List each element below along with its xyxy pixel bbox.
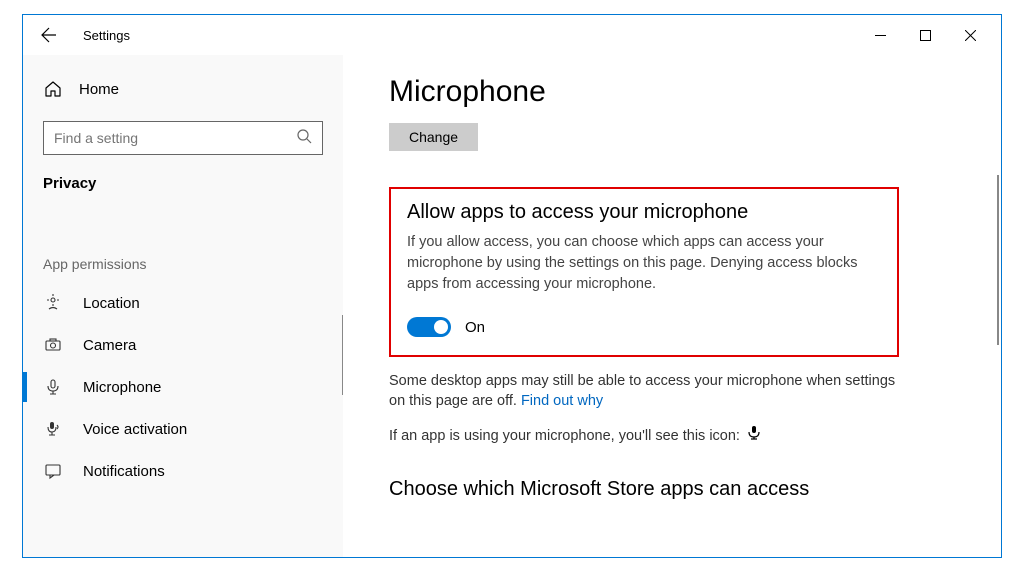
sidebar-item-microphone[interactable]: Microphone (43, 366, 323, 408)
sidebar-item-label: Microphone (83, 379, 161, 396)
maximize-icon (920, 30, 931, 41)
arrow-left-icon (41, 27, 57, 43)
settings-window: Settings Home (22, 14, 1002, 558)
find-out-why-link[interactable]: Find out why (521, 393, 603, 409)
main-content: Microphone Change Allow apps to access y… (343, 55, 1001, 557)
toggle-state-label: On (465, 319, 485, 336)
choose-apps-heading: Choose which Microsoft Store apps can ac… (389, 478, 909, 501)
microphone-in-use-icon (748, 426, 760, 446)
location-icon (43, 294, 63, 312)
window-controls (858, 20, 993, 50)
sidebar-home[interactable]: Home (43, 69, 323, 109)
sidebar-item-location[interactable]: Location (43, 282, 323, 324)
main-scroll-indicator[interactable] (997, 175, 999, 345)
desktop-apps-note: Some desktop apps may still be able to a… (389, 371, 909, 412)
back-button[interactable] (31, 17, 67, 53)
body-area: Home Privacy App permissions Location (23, 55, 1001, 557)
notifications-icon (43, 462, 63, 480)
allow-apps-heading: Allow apps to access your microphone (407, 201, 881, 224)
sidebar-item-voice-activation[interactable]: Voice activation (43, 408, 323, 450)
search-input[interactable] (54, 130, 296, 146)
search-box[interactable] (43, 121, 323, 155)
allow-apps-toggle-row: On (407, 317, 881, 337)
allow-apps-section: Allow apps to access your microphone If … (389, 187, 899, 357)
in-use-note: If an app is using your microphone, you'… (389, 426, 909, 446)
titlebar: Settings (23, 15, 1001, 55)
maximize-button[interactable] (903, 20, 948, 50)
home-icon (43, 80, 63, 98)
sidebar-item-label: Camera (83, 337, 136, 354)
sidebar-item-label: Voice activation (83, 421, 187, 438)
sidebar-item-notifications[interactable]: Notifications (43, 450, 323, 492)
page-title: Microphone (389, 75, 961, 109)
camera-icon (43, 336, 63, 354)
minimize-icon (875, 30, 886, 41)
in-use-note-text: If an app is using your microphone, you'… (389, 428, 740, 444)
sidebar-group-label: App permissions (43, 256, 323, 272)
voice-activation-icon (43, 420, 63, 438)
close-button[interactable] (948, 20, 993, 50)
toggle-knob (434, 320, 448, 334)
sidebar-category: Privacy (43, 175, 323, 192)
desktop-apps-note-text: Some desktop apps may still be able to a… (389, 373, 895, 409)
sidebar: Home Privacy App permissions Location (23, 55, 343, 557)
sidebar-item-label: Location (83, 295, 140, 312)
change-button[interactable]: Change (389, 123, 478, 151)
sidebar-item-label: Notifications (83, 463, 165, 480)
microphone-icon (43, 378, 63, 396)
search-icon (296, 128, 312, 149)
sidebar-item-camera[interactable]: Camera (43, 324, 323, 366)
close-icon (965, 30, 976, 41)
sidebar-home-label: Home (79, 81, 119, 98)
allow-apps-description: If you allow access, you can choose whic… (407, 232, 881, 295)
allow-apps-toggle[interactable] (407, 317, 451, 337)
minimize-button[interactable] (858, 20, 903, 50)
window-title: Settings (83, 28, 130, 43)
